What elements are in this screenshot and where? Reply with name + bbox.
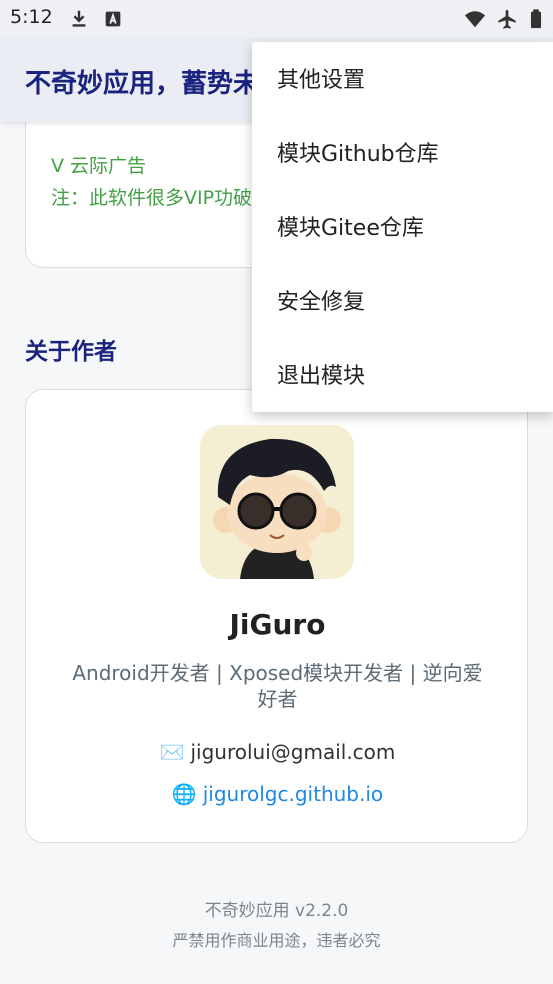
envelope-icon: ✉️ <box>159 740 185 764</box>
app-screen: 5:12 V 云际广告 注：此软件很多VIP功破解 不奇妙应用，蓄势未 关于作者 <box>0 0 553 984</box>
airplane-icon <box>498 9 516 29</box>
menu-item-github-repo[interactable]: 模块Github仓库 <box>252 118 553 192</box>
author-name: JiGuro <box>229 608 326 641</box>
email-row[interactable]: ✉️ jigurolui@gmail.com <box>26 740 529 764</box>
battery-icon <box>530 9 542 29</box>
author-description: Android开发者 | Xposed模块开发者 | 逆向爱好者 <box>72 661 483 711</box>
menu-item-other-settings[interactable]: 其他设置 <box>252 44 553 118</box>
menu-item-gitee-repo[interactable]: 模块Gitee仓库 <box>252 192 553 266</box>
vip-note: 注：此软件很多VIP功破解 <box>51 187 272 209</box>
status-bar: 5:12 <box>0 0 553 38</box>
author-avatar <box>200 425 354 579</box>
author-website-link[interactable]: jigurolgc.github.io <box>203 782 383 806</box>
status-time: 5:12 <box>10 6 53 28</box>
overflow-menu: 其他设置 模块Github仓库 模块Gitee仓库 安全修复 退出模块 <box>252 42 553 412</box>
author-card: JiGuro Android开发者 | Xposed模块开发者 | 逆向爱好者 … <box>25 389 528 843</box>
globe-icon: 🌐 <box>171 782 197 806</box>
author-email[interactable]: jigurolui@gmail.com <box>190 740 395 764</box>
clipped-feature-line: V 云际广告 <box>51 155 147 177</box>
app-title: 不奇妙应用，蓄势未 <box>25 69 260 99</box>
wifi-icon <box>464 11 486 28</box>
commercial-use-notice: 严禁用作商业用途，违者必究 <box>172 931 381 950</box>
about-author-heading: 关于作者 <box>25 339 117 365</box>
cartoon-avatar-icon <box>200 425 354 579</box>
download-icon <box>72 10 86 27</box>
app-store-icon <box>105 11 121 27</box>
menu-item-security-fix[interactable]: 安全修复 <box>252 266 553 340</box>
website-row[interactable]: 🌐 jigurolgc.github.io <box>26 782 529 806</box>
app-version: 不奇妙应用 v2.2.0 <box>204 901 349 921</box>
menu-item-exit-module[interactable]: 退出模块 <box>252 340 553 414</box>
